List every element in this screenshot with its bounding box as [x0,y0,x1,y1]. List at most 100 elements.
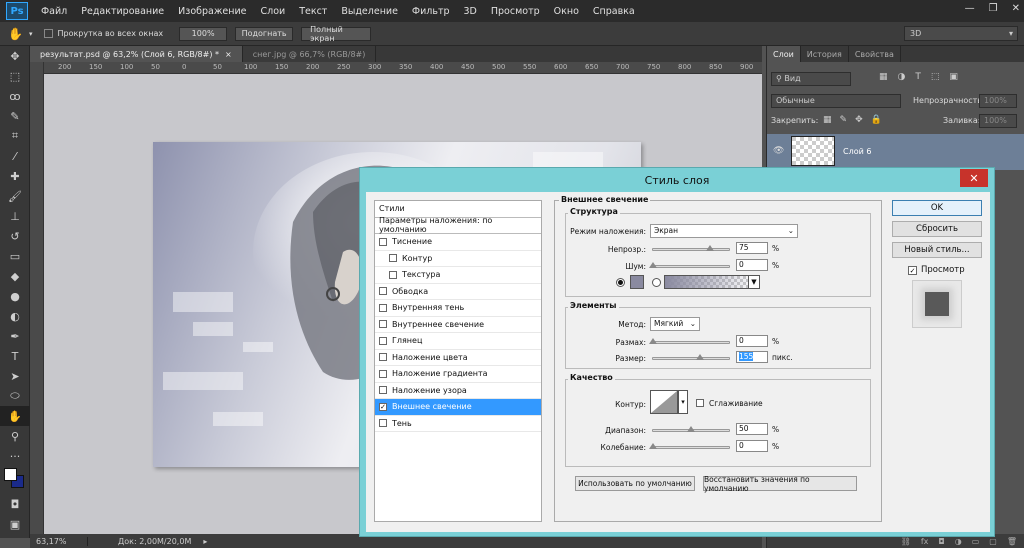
styles-header[interactable]: Стили [375,201,541,218]
style-item[interactable]: Тень [375,416,541,432]
spread-input[interactable]: 0 [736,335,768,347]
anti-aliased-checkbox[interactable] [696,399,704,407]
layer-kind-filter[interactable]: ⚲ Вид [771,72,851,86]
link-layers-icon[interactable]: ⛓ [901,537,911,546]
status-arrow-icon[interactable]: ▸ [203,537,207,546]
style-checkbox[interactable]: ✓ [379,402,387,411]
jitter-slider[interactable] [649,443,730,449]
pixel-filter-icon[interactable]: ▦ [879,72,888,82]
noise-input[interactable]: 0 [736,259,768,271]
reset-to-default-button[interactable]: Восстановить значения по умолчанию [703,475,857,493]
blending-options-item[interactable]: Параметры наложения: по умолчанию [375,216,541,234]
tab-history[interactable]: История [801,46,849,62]
menu-help[interactable]: Справка [586,6,642,17]
tab-layers[interactable]: Слои [767,46,801,62]
trash-icon[interactable]: 🗑 [1007,537,1017,546]
edit-toolbar-icon[interactable]: ··· [0,446,30,466]
style-item[interactable]: Обводка [375,284,541,300]
clone-stamp-tool-icon[interactable]: ⊥ [0,206,30,226]
new-group-icon[interactable]: ▭ [972,537,980,546]
jitter-input[interactable]: 0 [736,440,768,452]
opacity-input[interactable]: 75 [736,242,768,254]
eye-icon[interactable]: 👁 [773,146,784,156]
menu-view[interactable]: Просмотр [484,6,547,17]
lock-position-icon[interactable]: ✥ [855,115,863,125]
size-input[interactable]: 155 [736,351,768,363]
range-slider[interactable] [652,426,730,432]
lock-pixels-icon[interactable]: ✎ [840,115,848,125]
close-icon[interactable]: ✕ [1012,3,1020,14]
blur-tool-icon[interactable]: ● [0,286,30,306]
paint-bucket-tool-icon[interactable]: ◆ [0,266,30,286]
glow-color-swatch[interactable] [630,275,644,289]
ok-button[interactable]: OK [892,200,982,216]
style-checkbox[interactable] [379,419,387,428]
gradient-dropdown-arrow-icon[interactable]: ▼ [748,275,760,289]
shape-tool-icon[interactable]: ⬭ [0,386,30,406]
jitter-slider-knob[interactable] [649,443,657,449]
add-mask-icon[interactable]: ◘ [938,537,944,546]
blend-mode-select[interactable]: Обычные [771,94,901,108]
contour-picker[interactable] [650,390,678,414]
zoom-100-button[interactable]: 100% [179,26,228,41]
marquee-tool-icon[interactable]: ⬚ [0,66,30,86]
spread-slider[interactable] [649,338,730,344]
style-checkbox[interactable] [379,353,387,362]
type-tool-icon[interactable]: T [0,346,30,366]
adjustment-layer-icon[interactable]: ◑ [955,537,962,546]
type-filter-icon[interactable]: T [915,72,921,82]
opacity-slider-knob[interactable] [706,245,714,251]
noise-slider[interactable] [649,262,730,268]
fill-input[interactable]: 100% [979,114,1017,128]
fit-screen-button[interactable]: Подогнать [235,26,294,41]
quick-select-tool-icon[interactable]: ✎ [0,106,30,126]
style-checkbox[interactable] [389,270,397,279]
lock-all-icon[interactable]: 🔒 [871,115,882,125]
style-item[interactable]: Контур [375,251,541,267]
crop-tool-icon[interactable]: ⌗ [0,126,30,146]
tab-properties[interactable]: Свойства [849,46,901,62]
lasso-tool-icon[interactable]: ꝏ [0,86,30,106]
zoom-level[interactable]: 63,17% [30,536,88,546]
style-item[interactable]: Внутреннее свечение [375,317,541,333]
zoom-tool-icon[interactable]: ⚲ [0,426,30,446]
tool-preset-chevron-icon[interactable]: ▾ [29,30,33,38]
style-checkbox[interactable] [379,237,387,246]
menu-3d[interactable]: 3D [457,6,484,17]
style-item[interactable]: ✓ Внешнее свечение [375,399,541,416]
dodge-tool-icon[interactable]: ◐ [0,306,30,326]
tab-snow-jpg[interactable]: снег.jpg @ 66,7% (RGB/8#) [242,46,377,62]
adjustment-filter-icon[interactable]: ◑ [898,72,906,82]
eraser-tool-icon[interactable]: ▭ [0,246,30,266]
healing-brush-tool-icon[interactable]: ✚ [0,166,30,186]
menu-type[interactable]: Текст [292,6,334,17]
quick-mask-icon[interactable]: ◘ [0,494,30,514]
close-icon[interactable]: ✕ [960,169,988,187]
color-radio[interactable] [616,278,625,287]
style-item[interactable]: Внутренняя тень [375,300,541,317]
style-item[interactable]: Текстура [375,267,541,284]
noise-slider-knob[interactable] [649,262,657,268]
fx-icon[interactable]: fx [921,537,929,546]
layer-row-selected[interactable]: 👁 Слой 6 [767,134,1024,170]
range-input[interactable]: 50 [736,423,768,435]
gradient-radio[interactable] [652,278,661,287]
range-slider-knob[interactable] [687,426,695,432]
menu-file[interactable]: Файл [34,6,74,17]
preview-checkbox[interactable]: ✓ [908,266,917,275]
hand-tool-icon[interactable]: ✋ [0,406,30,426]
brush-tool-icon[interactable]: 🖌 [0,186,30,206]
style-checkbox[interactable] [379,386,387,395]
style-checkbox[interactable] [379,287,387,296]
workspace-select[interactable]: 3D ▾ [904,26,1018,41]
new-style-button[interactable]: Новый стиль... [892,242,982,258]
style-item[interactable]: Тиснение [375,234,541,251]
shape-filter-icon[interactable]: ⬚ [931,72,940,82]
close-icon[interactable]: × [225,50,232,59]
spread-slider-knob[interactable] [649,338,657,344]
foreground-color-swatch[interactable] [4,468,17,481]
eyedropper-tool-icon[interactable]: ⁄ [0,146,30,166]
opacity-input[interactable]: 100% [979,94,1017,108]
style-item[interactable]: Глянец [375,333,541,350]
menu-layers[interactable]: Слои [253,6,292,17]
